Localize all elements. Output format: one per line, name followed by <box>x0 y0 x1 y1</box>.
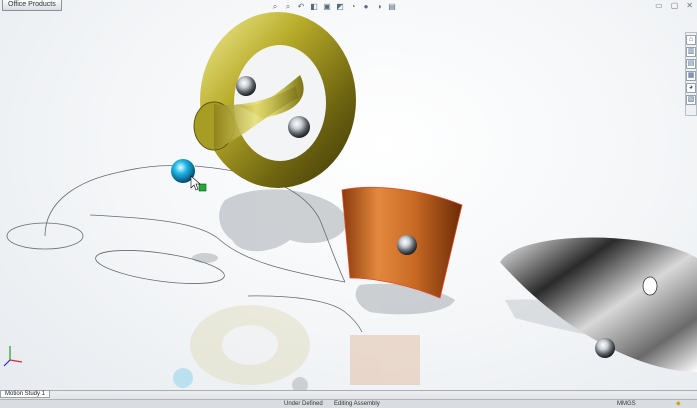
heads-up-view-toolbar: ⌕ ⌕ ↶ ◧ ▣ ◩ ◔ ● ◑ ▤ <box>270 1 397 14</box>
3d-scene[interactable] <box>0 0 697 390</box>
appearances-icon[interactable]: ◕ <box>686 83 696 93</box>
task-pane: ⌂ ▥ ▤ ▦ ◕ ▧ <box>685 32 697 116</box>
view-settings-icon[interactable]: ▤ <box>387 1 397 12</box>
solidworks-resources-icon[interactable]: ⌂ <box>686 35 696 45</box>
motion-study-tab[interactable]: Motion Study 1 <box>0 390 51 398</box>
restore-icon[interactable]: ▢ <box>671 1 679 11</box>
definition-status: Under Defined <box>284 401 323 407</box>
units-status[interactable]: MMGS <box>617 400 636 408</box>
editing-status: Editing Assembly <box>334 401 380 407</box>
section-view-icon[interactable]: ◧ <box>309 1 319 12</box>
scene-icon[interactable]: ◑ <box>374 1 384 12</box>
display-style-icon[interactable]: ◩ <box>335 1 345 12</box>
office-products-tab[interactable]: Office Products <box>2 0 62 11</box>
file-explorer-icon[interactable]: ▤ <box>686 59 696 69</box>
custom-properties-icon[interactable]: ▧ <box>686 95 696 105</box>
hide-show-icon[interactable]: ◔ <box>348 1 358 12</box>
zoom-fit-icon[interactable]: ⌕ <box>270 1 280 12</box>
graphics-area[interactable]: Office Products ⌕ ⌕ ↶ ◧ ▣ ◩ ◔ ● ◑ ▤ ▭ ▢ … <box>0 0 697 390</box>
view-palette-icon[interactable]: ▦ <box>686 71 696 81</box>
status-bar: Motion Study 1 Under Defined Editing Ass… <box>0 390 697 408</box>
mouse-cursor-icon <box>190 175 201 191</box>
copper-panel-part[interactable] <box>341 187 463 299</box>
previous-view-icon[interactable]: ↶ <box>296 1 306 12</box>
view-orientation-icon[interactable]: ▣ <box>322 1 332 12</box>
selected-ball-marker[interactable] <box>171 159 207 192</box>
coordinate-triad-icon <box>3 346 23 367</box>
gold-torus-part[interactable] <box>193 12 356 188</box>
zoom-area-icon[interactable]: ⌕ <box>283 1 293 12</box>
window-controls: ▭ ▢ ✕ <box>655 1 693 11</box>
appearance-icon[interactable]: ● <box>361 1 371 12</box>
design-library-icon[interactable]: ▥ <box>686 47 696 57</box>
rebuild-icon[interactable]: ◆ <box>676 400 681 408</box>
close-icon[interactable]: ✕ <box>686 1 693 11</box>
floor-reflections <box>173 305 420 390</box>
status-row: Under Defined Editing Assembly MMGS ◆ <box>0 399 697 408</box>
sketch-curves <box>6 165 363 333</box>
minimize-icon[interactable]: ▭ <box>655 1 663 11</box>
